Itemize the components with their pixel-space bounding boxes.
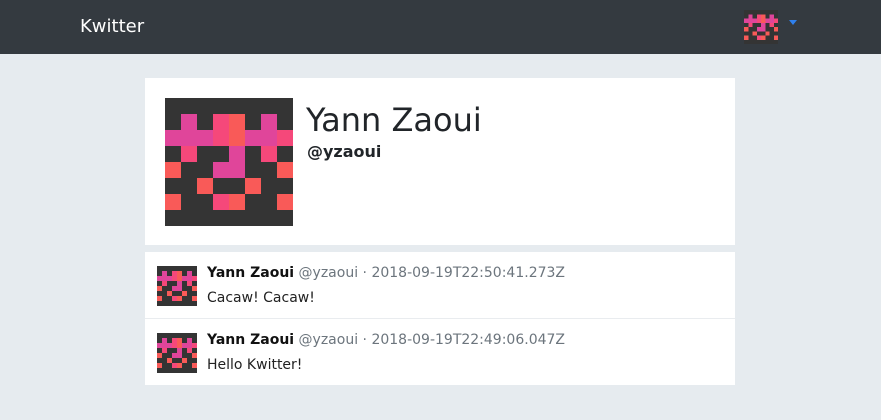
kweet-separator: · (362, 265, 367, 281)
kweet-item: Yann Zaoui @yzaoui · 2018-09-19T22:49:06… (145, 318, 735, 384)
kweet-separator: · (362, 332, 367, 348)
kweet-author[interactable]: Yann Zaoui (207, 265, 294, 281)
profile-handle: @yzaoui (307, 142, 382, 161)
kweet-feed: Yann Zaoui @yzaoui · 2018-09-19T22:50:41… (145, 252, 735, 385)
kweet-meta: Yann Zaoui @yzaoui · 2018-09-19T22:50:41… (207, 263, 565, 283)
kweet-meta: Yann Zaoui @yzaoui · 2018-09-19T22:49:06… (207, 330, 565, 350)
profile-avatar (165, 98, 293, 226)
kweet-timestamp[interactable]: 2018-09-19T22:49:06.047Z (371, 332, 565, 348)
profile-name: Yann Zaoui (306, 101, 482, 139)
kweet-item: Yann Zaoui @yzaoui · 2018-09-19T22:50:41… (145, 252, 735, 318)
chevron-down-icon (789, 19, 797, 25)
kweet-handle[interactable]: @yzaoui (299, 332, 359, 348)
brand-link[interactable]: Kwitter (80, 15, 144, 39)
kweet-author[interactable]: Yann Zaoui (207, 332, 294, 348)
user-menu-dropdown[interactable] (740, 10, 797, 44)
navbar: Kwitter (0, 0, 881, 54)
kweet-text: Cacaw! Cacaw! (207, 290, 315, 306)
kweet-handle[interactable]: @yzaoui (299, 265, 359, 281)
profile-card: Yann Zaoui @yzaoui (145, 78, 735, 245)
kweet-avatar (157, 333, 197, 373)
kweet-avatar (157, 266, 197, 306)
user-avatar-icon (744, 10, 778, 44)
kweet-text: Hello Kwitter! (207, 357, 303, 373)
kweet-timestamp[interactable]: 2018-09-19T22:50:41.273Z (371, 265, 565, 281)
